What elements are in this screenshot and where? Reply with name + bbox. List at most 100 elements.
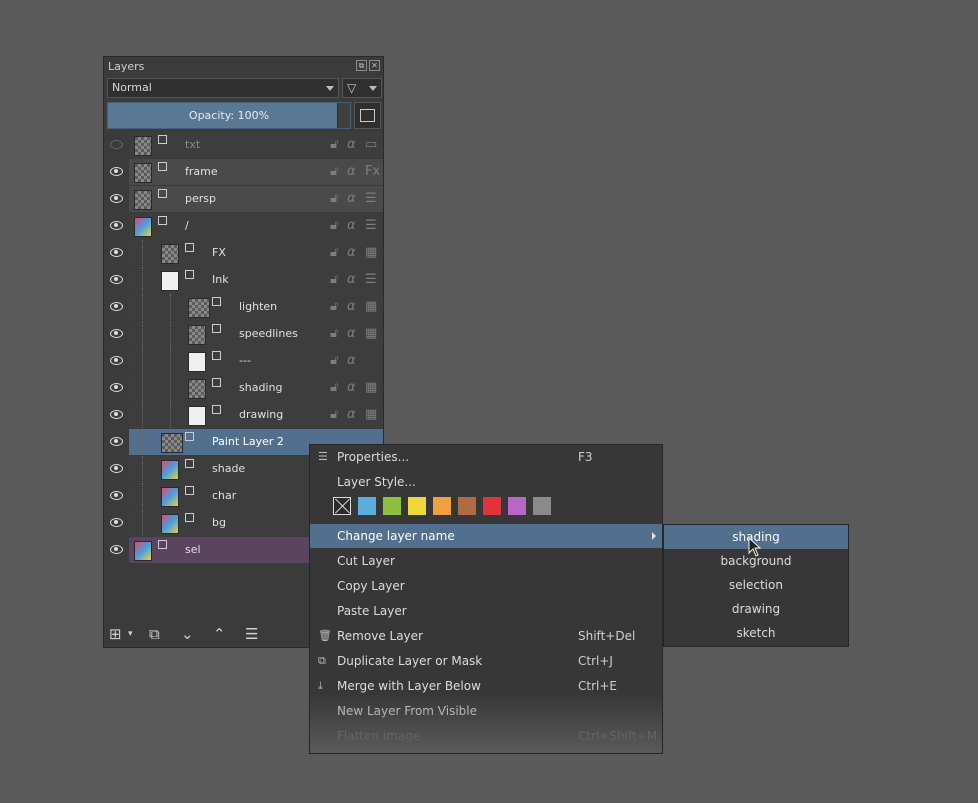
menu-item-duplicate-layer[interactable]: ⧉ Duplicate Layer or Mask Ctrl+J: [310, 649, 662, 673]
menu-item-copy-layer[interactable]: Copy Layer: [310, 574, 662, 598]
color-label-swatch[interactable]: [433, 497, 451, 515]
lock-icon[interactable]: 🔓︎: [330, 353, 338, 368]
group-layer-icon: [185, 270, 194, 279]
inherit-alpha-icon[interactable]: ▦: [365, 407, 377, 422]
close-icon[interactable]: ✕: [369, 60, 380, 71]
eye-icon[interactable]: [110, 194, 123, 203]
alpha-lock-icon[interactable]: α: [347, 137, 356, 152]
menu-item-label: Paste Layer: [337, 604, 407, 618]
layer-row[interactable]: FX 🔓︎ α ▦: [104, 240, 383, 266]
add-layer-icon[interactable]: ⊞: [109, 625, 122, 643]
alpha-lock-icon[interactable]: α: [347, 272, 356, 287]
layer-row[interactable]: txt 🔓︎ α ▭: [104, 132, 383, 158]
menu-item-change-layer-name[interactable]: Change layer name: [310, 524, 662, 548]
inherit-alpha-icon[interactable]: ▦: [365, 299, 377, 314]
color-label-swatch[interactable]: [408, 497, 426, 515]
eye-icon[interactable]: [110, 248, 123, 257]
inherit-alpha-icon[interactable]: ▦: [365, 245, 377, 260]
layer-folder-icon: ▭: [365, 137, 378, 152]
alpha-lock-icon[interactable]: α: [347, 191, 356, 206]
lock-icon[interactable]: 🔓︎: [330, 218, 338, 233]
menu-item-label: New Layer From Visible: [337, 704, 478, 718]
menu-item-cut-layer[interactable]: Cut Layer: [310, 549, 662, 573]
opacity-slider[interactable]: Opacity: 100%: [107, 102, 351, 129]
alpha-lock-icon[interactable]: α: [347, 164, 356, 179]
lock-icon[interactable]: 🔓︎: [330, 245, 338, 260]
alpha-lock-icon[interactable]: α: [347, 353, 356, 368]
eye-icon[interactable]: [110, 167, 123, 176]
submenu-item[interactable]: sketch: [664, 621, 848, 645]
blend-mode-select[interactable]: Normal: [107, 78, 339, 98]
alpha-lock-icon[interactable]: α: [347, 326, 356, 341]
lock-icon[interactable]: 🔓︎: [330, 137, 338, 152]
eye-icon[interactable]: [110, 302, 123, 311]
layer-row[interactable]: drawing 🔓︎ α ▦: [104, 402, 383, 428]
layer-filter-button[interactable]: ▽: [342, 78, 382, 98]
duplicate-layer-icon[interactable]: ⧉: [149, 625, 160, 643]
opacity-spin-buttons[interactable]: [337, 103, 350, 128]
eye-icon[interactable]: [110, 545, 123, 554]
menu-item-layer-style[interactable]: Layer Style...: [310, 470, 662, 494]
inherit-alpha-icon[interactable]: ▦: [365, 380, 377, 395]
eye-icon[interactable]: [110, 410, 123, 419]
layer-row[interactable]: lighten 🔓︎ α ▦: [104, 294, 383, 320]
float-icon[interactable]: ⧉: [356, 60, 367, 71]
menu-item-paste-layer[interactable]: Paste Layer: [310, 599, 662, 623]
layer-name: shade: [212, 462, 246, 475]
alpha-lock-icon[interactable]: α: [347, 218, 356, 233]
eye-icon[interactable]: [110, 275, 123, 284]
layer-name: Paint Layer 2: [212, 435, 284, 448]
eye-icon[interactable]: [110, 356, 123, 365]
layer-row[interactable]: shading 🔓︎ α ▦: [104, 375, 383, 401]
color-label-none[interactable]: [333, 497, 351, 515]
layer-options-button[interactable]: [354, 102, 381, 129]
eye-icon[interactable]: [110, 221, 123, 230]
color-label-swatch[interactable]: [533, 497, 551, 515]
menu-item-remove-layer[interactable]: 🗑︎ Remove Layer Shift+Del: [310, 624, 662, 648]
layer-row[interactable]: Ink 🔓︎ α ☰: [104, 267, 383, 293]
eye-icon[interactable]: [110, 329, 123, 338]
alpha-lock-icon[interactable]: α: [347, 299, 356, 314]
lock-icon[interactable]: 🔓︎: [330, 272, 338, 287]
merge-down-icon: ⤓: [318, 679, 323, 692]
lock-icon[interactable]: 🔓︎: [330, 191, 338, 206]
color-label-swatch[interactable]: [358, 497, 376, 515]
filter-icon: ▽: [347, 81, 357, 95]
layer-name: /: [185, 219, 189, 232]
chevron-down-icon[interactable]: ▾: [128, 629, 133, 639]
lock-icon[interactable]: 🔓︎: [330, 164, 338, 179]
eye-icon[interactable]: [110, 437, 123, 446]
color-label-swatch[interactable]: [483, 497, 501, 515]
color-label-swatch[interactable]: [458, 497, 476, 515]
layer-row[interactable]: --- 🔓︎ α: [104, 348, 383, 374]
eye-icon[interactable]: [110, 464, 123, 473]
alpha-lock-icon[interactable]: α: [347, 380, 356, 395]
layer-row[interactable]: persp 🔓︎ α ☰: [104, 186, 383, 212]
lock-icon[interactable]: 🔓︎: [330, 407, 338, 422]
passthrough-icon: ☰: [365, 191, 377, 206]
layer-row[interactable]: speedlines 🔓︎ α ▦: [104, 321, 383, 347]
layer-row[interactable]: frame 🔓︎ α Fx: [104, 159, 383, 185]
color-label-swatch[interactable]: [508, 497, 526, 515]
move-down-icon[interactable]: ⌄: [181, 625, 194, 643]
move-up-icon[interactable]: ⌃: [213, 625, 226, 643]
layer-row[interactable]: / 🔓︎ α ☰: [104, 213, 383, 239]
lock-icon[interactable]: 🔓︎: [330, 299, 338, 314]
inherit-alpha-icon[interactable]: ▦: [365, 326, 377, 341]
submenu-item[interactable]: drawing: [664, 597, 848, 621]
menu-item-new-from-visible[interactable]: New Layer From Visible: [310, 699, 662, 723]
menu-item-flatten-image[interactable]: Flatten image Ctrl+Shift+M: [310, 724, 662, 748]
eye-icon[interactable]: [110, 491, 123, 500]
eye-icon[interactable]: [110, 140, 123, 149]
submenu-item[interactable]: selection: [664, 573, 848, 597]
lock-icon[interactable]: 🔓︎: [330, 326, 338, 341]
alpha-lock-icon[interactable]: α: [347, 245, 356, 260]
lock-icon[interactable]: 🔓︎: [330, 380, 338, 395]
eye-icon[interactable]: [110, 383, 123, 392]
layer-properties-icon[interactable]: ☰: [245, 625, 258, 643]
menu-item-properties[interactable]: ☰ Properties... F3: [310, 445, 662, 469]
eye-icon[interactable]: [110, 518, 123, 527]
menu-item-merge-down[interactable]: ⤓ Merge with Layer Below Ctrl+E: [310, 674, 662, 698]
alpha-lock-icon[interactable]: α: [347, 407, 356, 422]
color-label-swatch[interactable]: [383, 497, 401, 515]
